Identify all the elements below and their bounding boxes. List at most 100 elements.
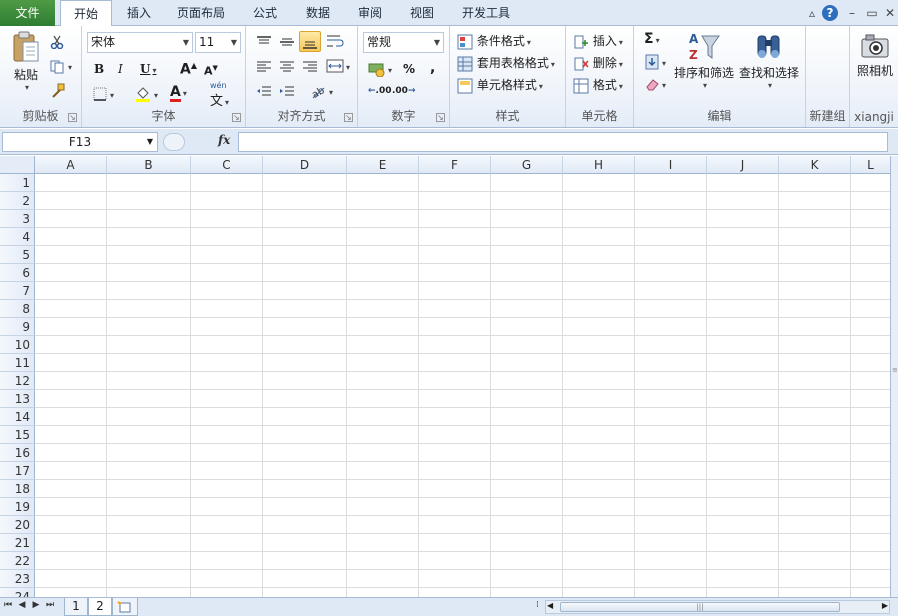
restore-icon[interactable]: ▭ bbox=[863, 4, 881, 22]
clipboard-launcher-icon[interactable]: ↘ bbox=[68, 113, 77, 122]
tab-insert[interactable]: 插入 bbox=[118, 0, 160, 26]
underline-button[interactable]: U ▾ bbox=[140, 62, 156, 76]
camera-button[interactable]: 照相机 bbox=[854, 32, 896, 79]
column-header[interactable]: J bbox=[707, 156, 779, 174]
grow-font-button[interactable]: A▲ bbox=[180, 61, 197, 78]
format-as-table-button[interactable]: 套用表格格式 ▾ bbox=[457, 54, 555, 72]
split-handle-icon[interactable]: ⁞ bbox=[536, 600, 539, 610]
last-sheet-icon[interactable]: ⏭ bbox=[44, 600, 56, 610]
decrease-decimal-button[interactable]: .00→ bbox=[392, 86, 416, 96]
wrap-text-button[interactable] bbox=[326, 33, 344, 49]
tab-review[interactable]: 审阅 bbox=[349, 0, 391, 26]
formula-expand-handle[interactable] bbox=[163, 133, 185, 151]
name-box[interactable]: F13 ▼ bbox=[2, 132, 158, 152]
vertical-scrollbar[interactable]: ≡ bbox=[890, 156, 898, 597]
close-icon[interactable]: ✕ bbox=[881, 4, 898, 22]
cut-button[interactable] bbox=[50, 34, 64, 49]
align-middle-button[interactable] bbox=[279, 34, 295, 49]
worksheet-grid[interactable]: A B C D E F G H I J K L 1 2 3 4 5 6 7 8 9 10 11 12 13 14 15 16 17 18 1… bbox=[0, 156, 890, 597]
align-top-button[interactable] bbox=[256, 34, 272, 49]
next-sheet-icon[interactable]: ▶ bbox=[30, 600, 42, 610]
clear-button[interactable]: ▾ bbox=[644, 76, 666, 92]
formula-input[interactable] bbox=[238, 132, 888, 152]
row-header[interactable]: 3 bbox=[0, 210, 35, 228]
column-header[interactable]: H bbox=[563, 156, 635, 174]
column-header[interactable]: G bbox=[491, 156, 563, 174]
autosum-button[interactable]: Σ ▾ bbox=[644, 31, 660, 47]
tab-view[interactable]: 视图 bbox=[401, 0, 443, 26]
bold-button[interactable]: B bbox=[94, 62, 104, 76]
row-header[interactable]: 18 bbox=[0, 480, 35, 498]
row-header[interactable]: 19 bbox=[0, 498, 35, 516]
decrease-indent-button[interactable] bbox=[256, 84, 272, 99]
find-select-button[interactable]: 查找和选择 ▾ bbox=[738, 30, 800, 90]
increase-indent-button[interactable] bbox=[279, 84, 295, 99]
format-painter-button[interactable] bbox=[50, 83, 66, 99]
orientation-button[interactable]: ab ▾ bbox=[309, 83, 333, 99]
column-header[interactable]: C bbox=[191, 156, 263, 174]
row-header[interactable]: 2 bbox=[0, 192, 35, 210]
align-right-button[interactable] bbox=[302, 59, 318, 74]
column-header[interactable]: I bbox=[635, 156, 707, 174]
phonetic-button[interactable]: wén 文 ▾ bbox=[210, 82, 229, 110]
align-center-button[interactable] bbox=[279, 59, 295, 74]
row-header[interactable]: 21 bbox=[0, 534, 35, 552]
row-header[interactable]: 23 bbox=[0, 570, 35, 588]
column-header[interactable]: K bbox=[779, 156, 851, 174]
insert-cells-button[interactable]: 插入 ▾ bbox=[573, 32, 623, 50]
increase-decimal-button[interactable]: ←.00 bbox=[368, 86, 392, 96]
paste-dropdown-icon[interactable]: ▾ bbox=[10, 83, 44, 92]
prev-sheet-icon[interactable]: ◀ bbox=[16, 600, 28, 610]
row-header[interactable]: 7 bbox=[0, 282, 35, 300]
sort-filter-button[interactable]: A Z 排序和筛选 ▾ bbox=[674, 30, 734, 90]
shrink-font-button[interactable]: A▼ bbox=[204, 64, 218, 78]
number-launcher-icon[interactable]: ↘ bbox=[436, 113, 445, 122]
row-header[interactable]: 20 bbox=[0, 516, 35, 534]
column-header[interactable]: L bbox=[851, 156, 890, 174]
horizontal-scroll-thumb[interactable]: ||| bbox=[560, 602, 840, 612]
percent-button[interactable]: % bbox=[403, 62, 415, 76]
row-header[interactable]: 16 bbox=[0, 444, 35, 462]
row-header[interactable]: 1 bbox=[0, 174, 35, 192]
copy-button[interactable]: ▾ bbox=[50, 59, 72, 74]
fill-color-button[interactable]: ▾ bbox=[134, 85, 158, 103]
row-header[interactable]: 22 bbox=[0, 552, 35, 570]
row-header[interactable]: 8 bbox=[0, 300, 35, 318]
number-format-combo[interactable]: 常规 ▼ bbox=[363, 32, 444, 53]
merge-center-button[interactable]: ▾ bbox=[326, 58, 350, 74]
cell-styles-button[interactable]: 单元格样式 ▾ bbox=[457, 76, 543, 94]
row-header[interactable]: 9 bbox=[0, 318, 35, 336]
font-name-combo[interactable]: 宋体 ▼ bbox=[87, 32, 193, 53]
row-header[interactable]: 24 bbox=[0, 588, 35, 597]
fill-button[interactable]: ▾ bbox=[644, 54, 666, 70]
insert-sheet-button[interactable] bbox=[112, 598, 138, 616]
collapse-ribbon-icon[interactable]: ▵ bbox=[803, 4, 821, 22]
first-sheet-icon[interactable]: ⏮ bbox=[2, 600, 14, 610]
scroll-right-icon[interactable]: ▶ bbox=[882, 601, 888, 610]
column-header[interactable]: D bbox=[263, 156, 347, 174]
tab-developer[interactable]: 开发工具 bbox=[453, 0, 519, 26]
scroll-left-icon[interactable]: ◀ bbox=[547, 601, 553, 610]
tab-page-layout[interactable]: 页面布局 bbox=[170, 0, 232, 26]
select-all-corner[interactable] bbox=[0, 156, 35, 174]
align-bottom-button[interactable] bbox=[299, 31, 321, 52]
accounting-format-button[interactable]: ▾ bbox=[368, 61, 392, 77]
tab-formulas[interactable]: 公式 bbox=[244, 0, 286, 26]
format-cells-button[interactable]: 格式 ▾ bbox=[573, 76, 623, 94]
borders-button[interactable]: ▾ bbox=[92, 86, 114, 102]
align-left-button[interactable] bbox=[256, 59, 272, 74]
row-header[interactable]: 4 bbox=[0, 228, 35, 246]
minimize-icon[interactable]: – bbox=[843, 4, 861, 22]
font-launcher-icon[interactable]: ↘ bbox=[232, 113, 241, 122]
horizontal-scrollbar[interactable]: ◀ ||| ▶ bbox=[545, 600, 890, 614]
column-header[interactable]: A bbox=[35, 156, 107, 174]
row-header[interactable]: 10 bbox=[0, 336, 35, 354]
row-header[interactable]: 13 bbox=[0, 390, 35, 408]
insert-function-icon[interactable]: fx bbox=[218, 133, 230, 147]
column-header[interactable]: F bbox=[419, 156, 491, 174]
italic-button[interactable]: I bbox=[118, 62, 123, 76]
row-header[interactable]: 12 bbox=[0, 372, 35, 390]
row-header[interactable]: 6 bbox=[0, 264, 35, 282]
comma-button[interactable]: , bbox=[430, 60, 435, 76]
paste-button[interactable]: 粘贴 ▾ bbox=[8, 30, 44, 98]
